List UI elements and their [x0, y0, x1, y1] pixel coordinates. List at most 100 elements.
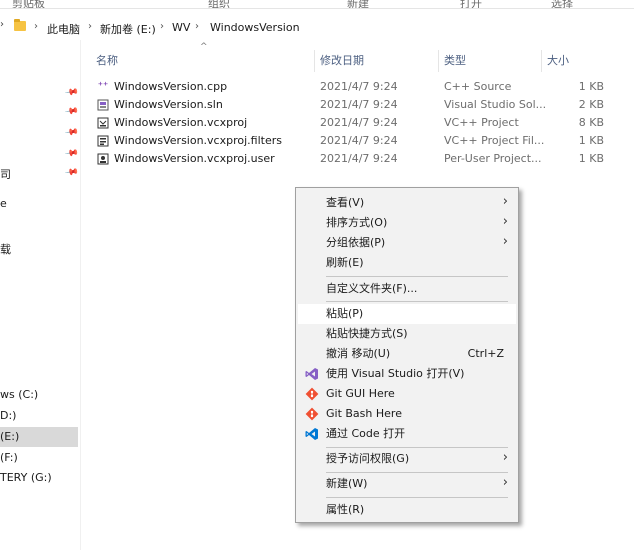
chevron-right-icon: ›: [502, 234, 508, 249]
pin-icon[interactable]: 📌: [64, 105, 79, 120]
chevron-right-icon[interactable]: ›: [88, 21, 92, 32]
folder-icon: [14, 19, 26, 31]
file-name: WindowsVersion.vcxproj: [114, 116, 248, 129]
file-size: 1 KB: [578, 80, 604, 93]
menu-item-grant-access[interactable]: 授予访问权限(G) ›: [298, 449, 516, 469]
chevron-right-icon[interactable]: ›: [160, 21, 164, 32]
breadcrumb-drive-e[interactable]: 新加卷 (E:): [100, 21, 156, 37]
navigation-pane: 📌 📌 📌 📌 📌 司 e 载 ws (C:) D:) (E:) (F:) TE…: [0, 40, 81, 550]
pin-icon[interactable]: 📌: [64, 147, 79, 162]
file-date: 2021/4/7 9:24: [320, 134, 398, 147]
file-size: 1 KB: [578, 152, 604, 165]
file-size: 8 KB: [578, 116, 604, 129]
column-header-size[interactable]: 大小: [547, 52, 569, 70]
menu-item-shortcut: Ctrl+Z: [467, 347, 504, 360]
file-size: 1 KB: [578, 134, 604, 147]
nav-item-drive-c[interactable]: ws (C:): [0, 385, 78, 405]
context-menu: 查看(V) › 排序方式(O) › 分组依据(P) › 刷新(E) 自定义文件夹…: [295, 187, 519, 523]
breadcrumb-this-pc[interactable]: 此电脑: [47, 21, 80, 37]
pin-icon[interactable]: 📌: [64, 126, 79, 141]
file-type: Per-User Project...: [444, 152, 542, 165]
menu-item-sort[interactable]: 排序方式(O) ›: [298, 213, 516, 233]
file-name: WindowsVersion.vcxproj.user: [114, 152, 275, 165]
file-name: WindowsVersion.cpp: [114, 80, 228, 93]
menu-item-view[interactable]: 查看(V) ›: [298, 193, 516, 213]
file-row[interactable]: WindowsVersion.vcxproj 2021/4/7 9:24 VC+…: [95, 114, 615, 132]
column-divider[interactable]: [541, 50, 542, 72]
file-row[interactable]: WindowsVersion.sln 2021/4/7 9:24 Visual …: [95, 96, 615, 114]
ribbon-group-select: 选择: [551, 0, 573, 9]
menu-item-label: 粘贴快捷方式(S): [326, 327, 408, 340]
file-date: 2021/4/7 9:24: [320, 98, 398, 111]
ribbon-group-labels: 剪贴板 组织 新建 打开 选择: [0, 0, 634, 9]
file-name: WindowsVersion.vcxproj.filters: [114, 134, 282, 147]
menu-separator: [326, 301, 508, 302]
nav-item-quick-access-3[interactable]: 载: [0, 240, 78, 260]
menu-item-customize-folder[interactable]: 自定义文件夹(F)...: [298, 279, 516, 299]
menu-item-git-bash[interactable]: Git Bash Here: [298, 404, 516, 424]
menu-item-paste-shortcut[interactable]: 粘贴快捷方式(S): [298, 324, 516, 344]
pin-icon[interactable]: 📌: [64, 86, 79, 101]
visual-studio-icon: [305, 367, 319, 381]
nav-item-drive-f[interactable]: (F:): [0, 448, 78, 468]
ribbon-group-new: 新建: [347, 0, 369, 9]
menu-separator: [326, 497, 508, 498]
menu-item-label: 排序方式(O): [326, 216, 388, 229]
menu-item-label: 使用 Visual Studio 打开(V): [326, 367, 465, 380]
menu-item-label: 属性(R): [326, 503, 365, 516]
ribbon-group-organize: 组织: [208, 0, 230, 9]
file-row[interactable]: WindowsVersion.vcxproj.user 2021/4/7 9:2…: [95, 150, 615, 168]
menu-item-refresh[interactable]: 刷新(E): [298, 253, 516, 273]
nav-item-quick-access-2[interactable]: e: [0, 194, 78, 214]
menu-item-label: 撤消 移动(U): [326, 347, 391, 360]
file-name: WindowsVersion.sln: [114, 98, 223, 111]
sort-ascending-icon: ^: [200, 42, 208, 52]
breadcrumb-windowsversion[interactable]: WindowsVersion: [210, 21, 300, 34]
file-date: 2021/4/7 9:24: [320, 80, 398, 93]
address-bar[interactable]: › › 此电脑 › 新加卷 (E:) › WV › WindowsVersion: [0, 17, 634, 40]
chevron-right-icon: ›: [502, 214, 508, 229]
ribbon-group-clipboard: 剪贴板: [12, 0, 45, 9]
nav-item-drive-d[interactable]: D:): [0, 406, 78, 426]
nav-item-drive-e[interactable]: (E:): [0, 427, 78, 447]
chevron-right-icon[interactable]: ›: [195, 21, 199, 32]
file-type: Visual Studio Sol...: [444, 98, 547, 111]
ribbon-group-open: 打开: [460, 0, 482, 9]
chevron-right-icon[interactable]: ›: [34, 21, 38, 32]
nav-item-drive-g[interactable]: TERY (G:): [0, 468, 78, 488]
menu-item-new[interactable]: 新建(W) ›: [298, 474, 516, 494]
menu-item-label: 通过 Code 打开: [326, 427, 406, 440]
file-row[interactable]: ⁺⁺ WindowsVersion.cpp 2021/4/7 9:24 C++ …: [95, 78, 615, 96]
file-date: 2021/4/7 9:24: [320, 152, 398, 165]
user-file-icon: [97, 153, 109, 165]
menu-separator: [326, 276, 508, 277]
chevron-right-icon[interactable]: ›: [0, 19, 4, 30]
menu-item-label: 粘贴(P): [326, 307, 364, 320]
git-icon: [305, 387, 319, 401]
nav-item-quick-access-1[interactable]: 司: [0, 165, 78, 185]
column-divider[interactable]: [438, 50, 439, 72]
chevron-right-icon: ›: [502, 450, 508, 465]
menu-item-open-code[interactable]: 通过 Code 打开: [298, 424, 516, 444]
menu-item-label: 分组依据(P): [326, 236, 386, 249]
vscode-icon: [305, 427, 319, 441]
column-header-name[interactable]: 名称: [96, 52, 118, 70]
file-size: 2 KB: [578, 98, 604, 111]
column-header-date[interactable]: 修改日期: [320, 52, 364, 70]
menu-item-properties[interactable]: 属性(R): [298, 500, 516, 520]
menu-item-label: Git Bash Here: [326, 407, 402, 420]
column-divider[interactable]: [314, 50, 315, 72]
column-header-type[interactable]: 类型: [444, 52, 466, 70]
file-type: VC++ Project Fil...: [444, 134, 545, 147]
menu-item-open-visual-studio[interactable]: 使用 Visual Studio 打开(V): [298, 364, 516, 384]
menu-item-label: 授予访问权限(G): [326, 452, 410, 465]
menu-item-undo-move[interactable]: 撤消 移动(U) Ctrl+Z: [298, 344, 516, 364]
file-row[interactable]: WindowsVersion.vcxproj.filters 2021/4/7 …: [95, 132, 615, 150]
breadcrumb-wv[interactable]: WV: [172, 21, 190, 34]
menu-item-git-gui[interactable]: Git GUI Here: [298, 384, 516, 404]
menu-item-group-by[interactable]: 分组依据(P) ›: [298, 233, 516, 253]
vcxproj-file-icon: [97, 117, 109, 129]
menu-item-paste[interactable]: 粘贴(P): [298, 304, 516, 324]
menu-item-label: 新建(W): [326, 477, 368, 490]
file-type: VC++ Project: [444, 116, 519, 129]
